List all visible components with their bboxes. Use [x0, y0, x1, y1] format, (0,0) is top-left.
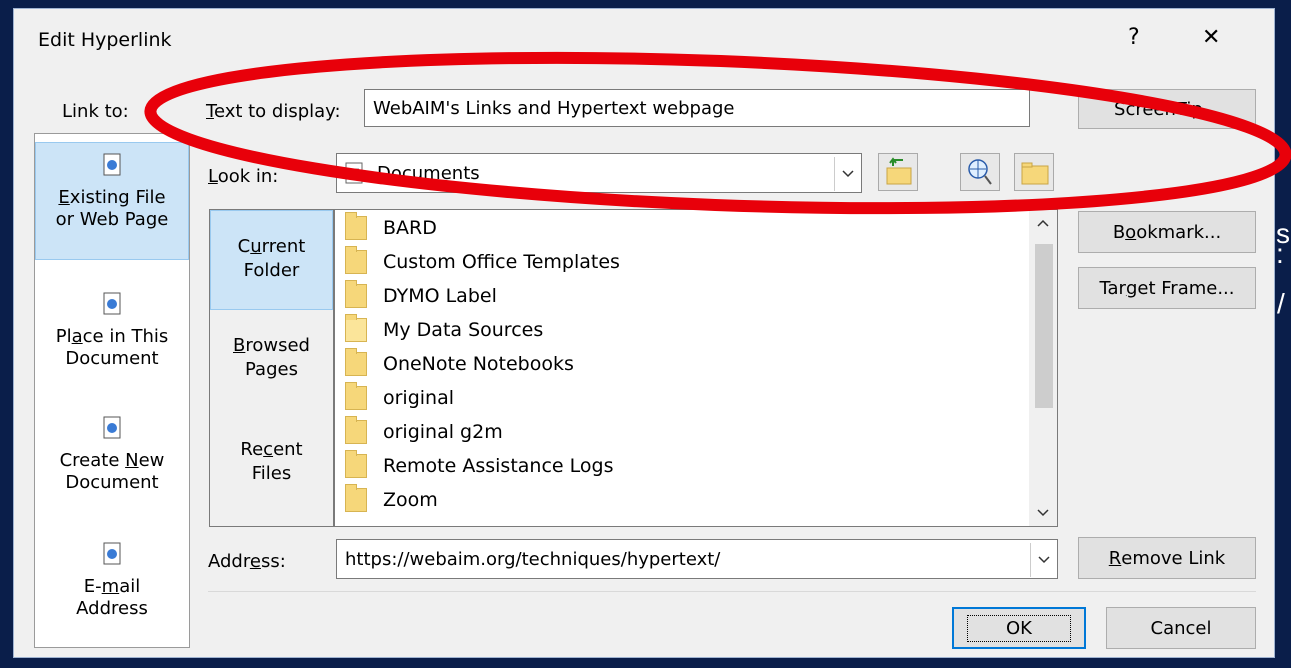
annotation-ellipse: [144, 51, 1291, 215]
